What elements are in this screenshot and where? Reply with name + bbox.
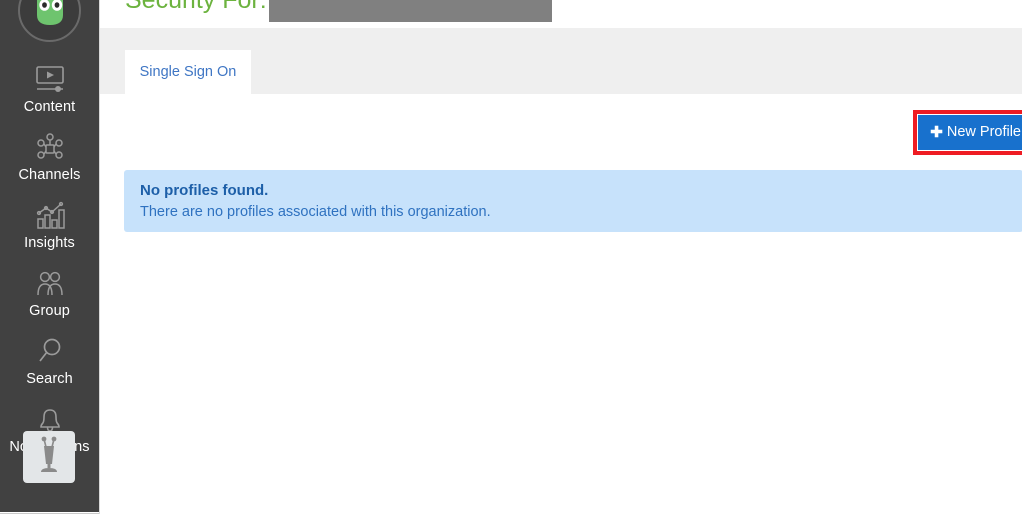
page-title: Security For: bbox=[125, 0, 267, 14]
sidebar-item-label: Insights bbox=[24, 235, 75, 251]
bar-chart-trend-icon bbox=[0, 201, 99, 233]
sidebar-item-content[interactable]: Content bbox=[0, 56, 99, 124]
people-group-icon bbox=[0, 269, 99, 301]
app-window: Content Channels Insights Group Search S… bbox=[0, 0, 1022, 514]
alert-title: No profiles found. bbox=[140, 182, 269, 199]
robot-antenna-icon bbox=[31, 435, 67, 480]
toolbar: ✚ New Profile bbox=[100, 94, 1022, 170]
sidebar: Content Channels Insights Group Search bbox=[0, 0, 99, 512]
main-content: Security For: Single Sign On ✚ New Profil… bbox=[99, 0, 1022, 514]
sidebar-item-label: Channels bbox=[18, 167, 81, 183]
sidebar-item-label: Search bbox=[26, 371, 73, 387]
alert-message: There are no profiles associated with th… bbox=[140, 204, 491, 220]
android-avatar-icon bbox=[27, 0, 73, 36]
new-profile-button[interactable]: ✚ New Profile bbox=[918, 115, 1022, 150]
sidebar-item-channels[interactable]: Channels bbox=[0, 124, 99, 192]
tab-bar: Single Sign On bbox=[100, 28, 1022, 94]
no-profiles-alert: No profiles found. There are no profiles… bbox=[124, 170, 1022, 232]
avatar[interactable] bbox=[18, 0, 81, 42]
sidebar-item-insights[interactable]: Insights bbox=[0, 192, 99, 260]
tab-single-sign-on[interactable]: Single Sign On bbox=[125, 50, 251, 94]
plus-icon: ✚ bbox=[930, 124, 943, 141]
sidebar-nav: Content Channels Insights Group Search bbox=[0, 56, 99, 464]
magnifier-icon bbox=[0, 337, 99, 369]
sidebar-item-label: Group bbox=[29, 303, 70, 319]
new-profile-button-label: New Profile bbox=[946, 124, 1021, 140]
redacted-organization-name bbox=[269, 0, 552, 22]
video-player-icon bbox=[0, 65, 99, 97]
sidebar-item-group[interactable]: Group bbox=[0, 260, 99, 328]
sidebar-item-label: Content bbox=[23, 99, 76, 115]
sidebar-item-search[interactable]: Search bbox=[0, 328, 99, 396]
network-nodes-icon bbox=[0, 133, 99, 165]
tab-label: Single Sign On bbox=[139, 64, 237, 80]
robot-tile-button[interactable] bbox=[23, 431, 75, 483]
new-profile-highlight-box: ✚ New Profile bbox=[913, 110, 1022, 155]
